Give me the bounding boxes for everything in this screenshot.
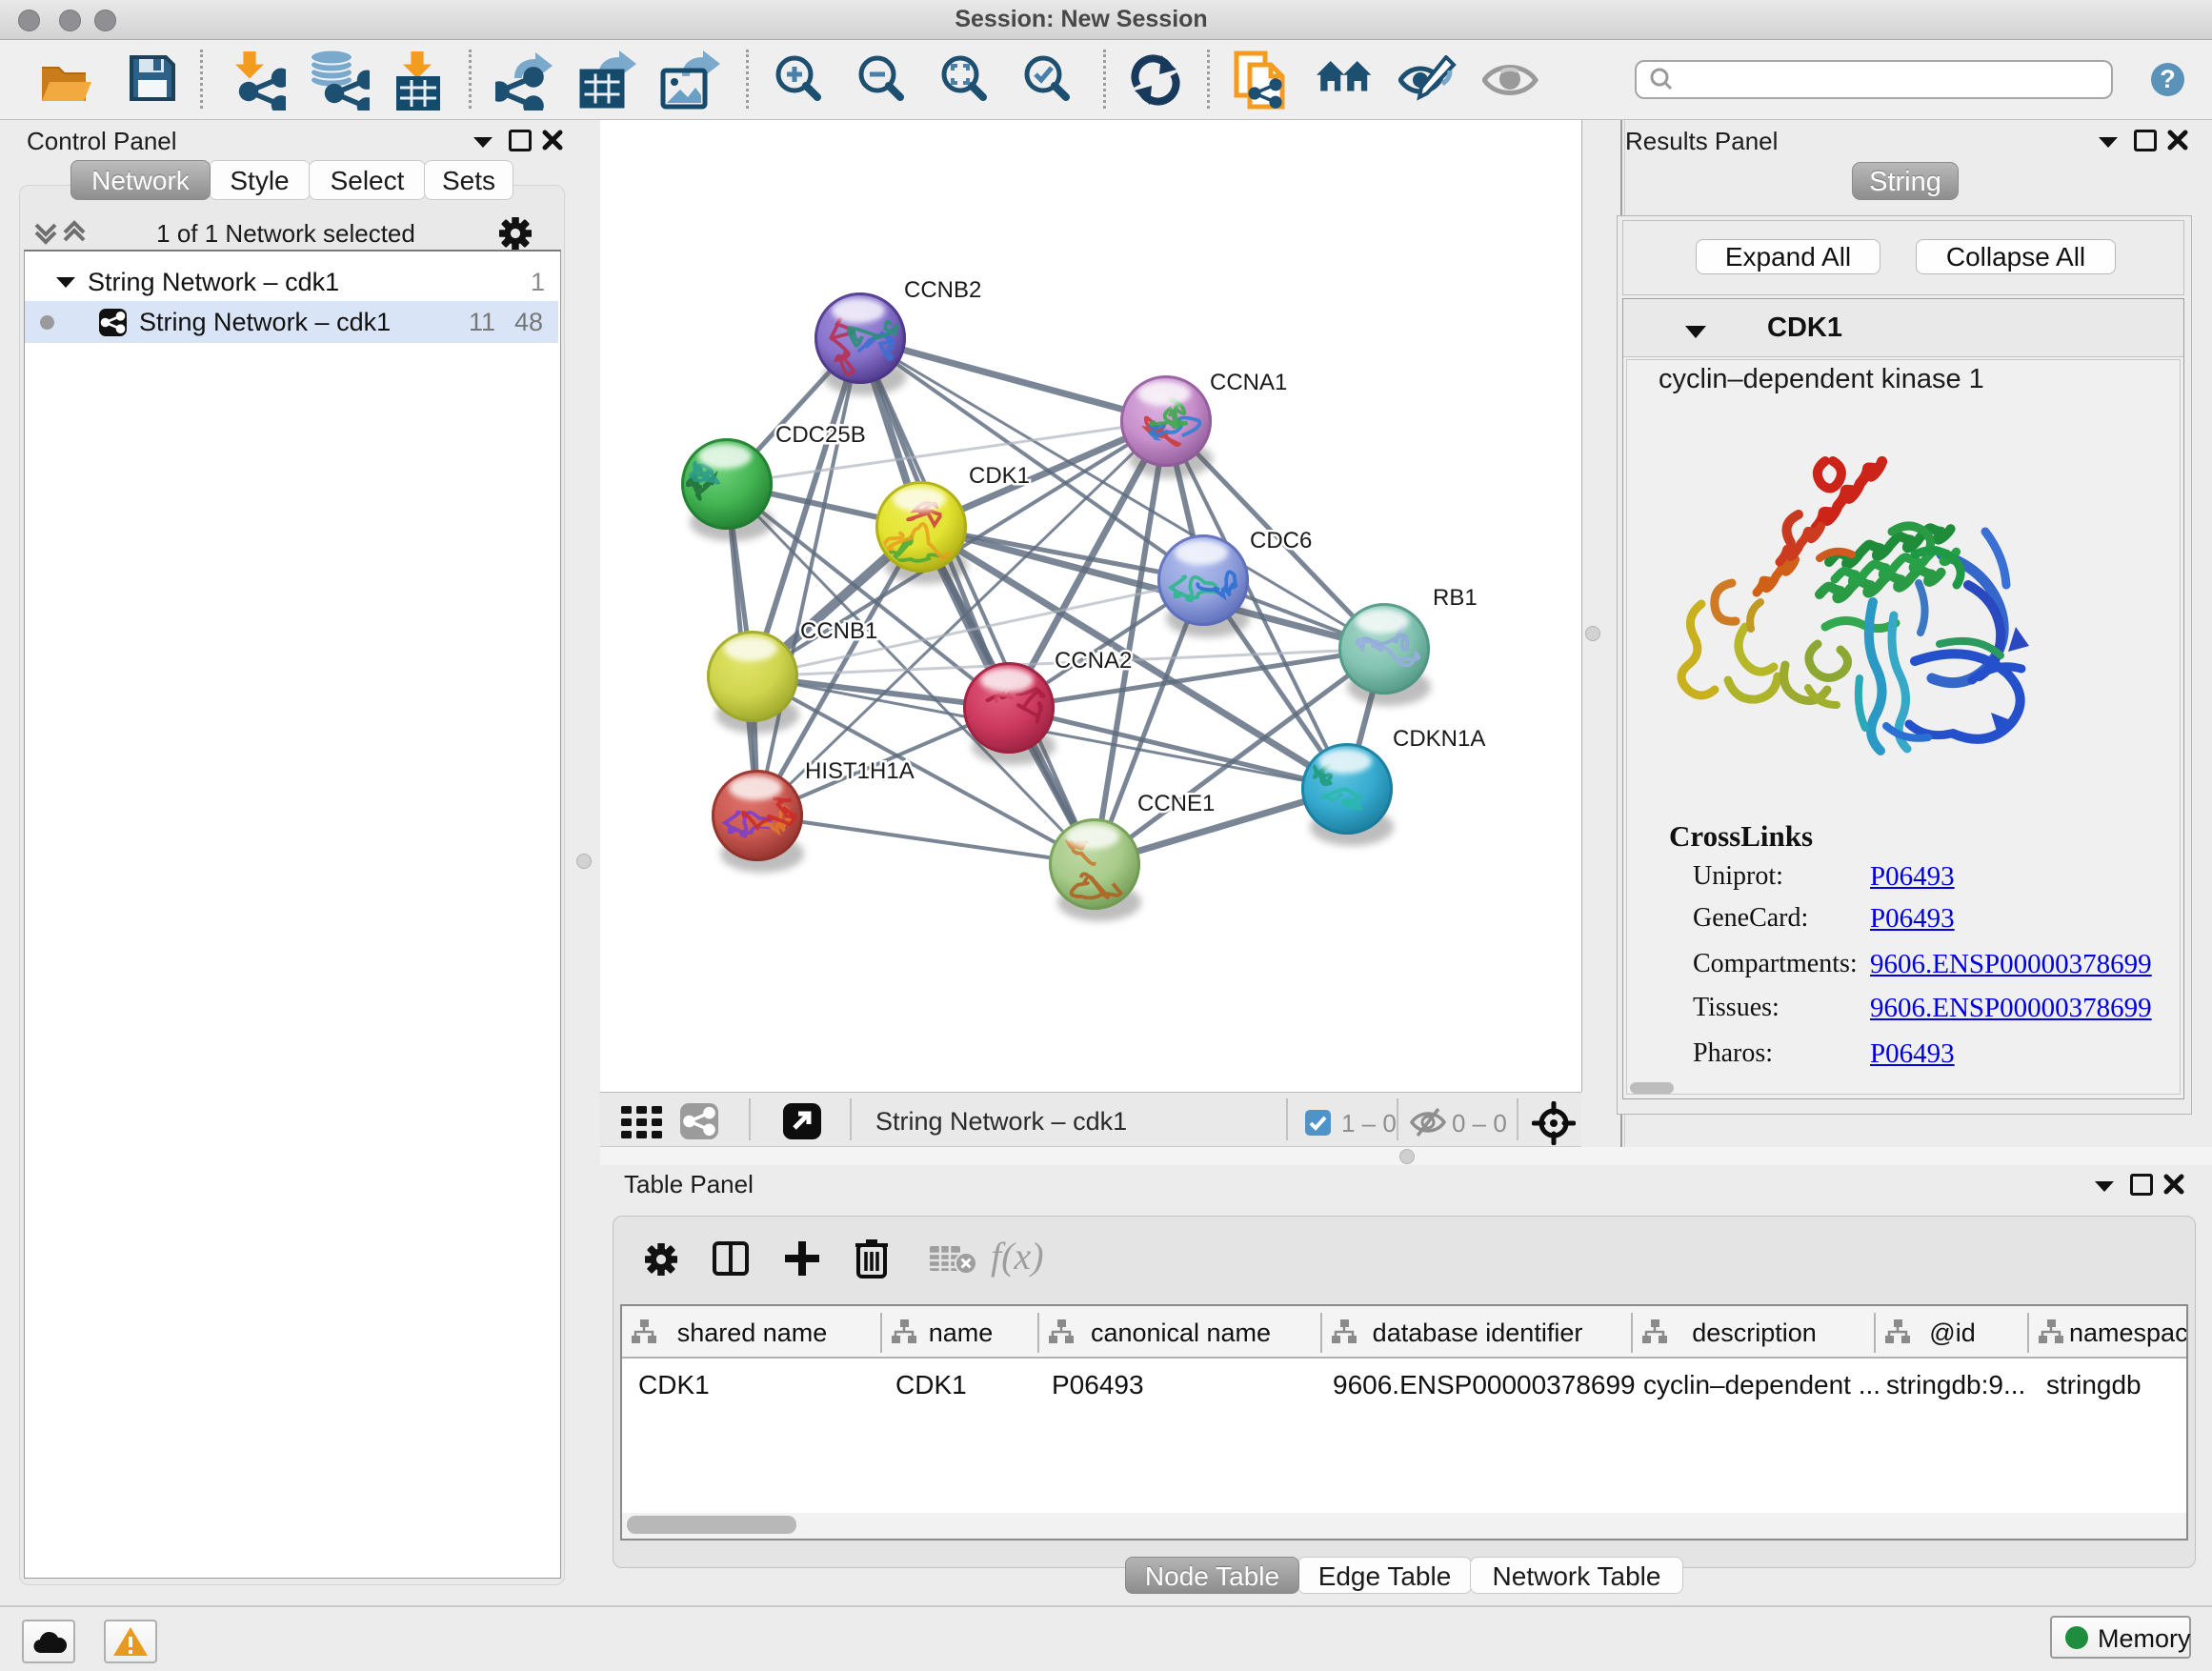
svg-text:CDKN1A: CDKN1A	[1393, 726, 1485, 752]
svg-text:CDC6: CDC6	[1250, 528, 1312, 554]
svg-text:CCNA2: CCNA2	[1055, 648, 1132, 674]
svg-text:CDC25B: CDC25B	[775, 422, 866, 448]
svg-text:HIST1H1A: HIST1H1A	[805, 758, 915, 784]
svg-text:CCNB2: CCNB2	[904, 277, 981, 303]
svg-text:CCNB1: CCNB1	[800, 618, 877, 644]
svg-text:RB1: RB1	[1433, 585, 1478, 611]
svg-text:CCNE1: CCNE1	[1137, 791, 1215, 816]
svg-text:CDK1: CDK1	[969, 463, 1030, 489]
svg-text:CCNA1: CCNA1	[1210, 370, 1287, 395]
